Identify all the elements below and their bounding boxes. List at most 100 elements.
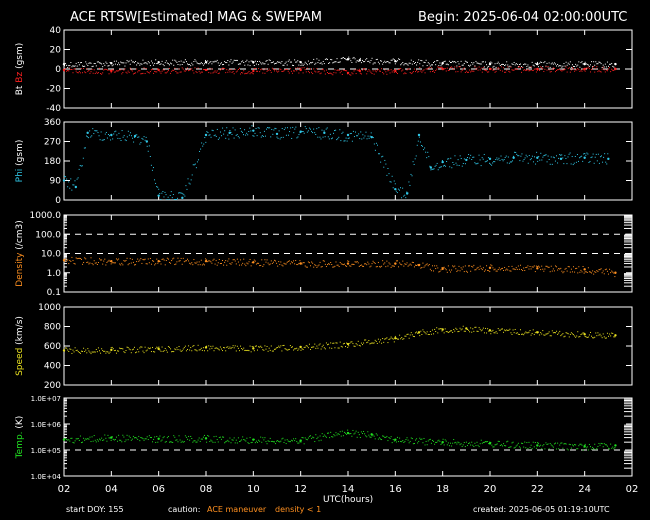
- data-point: [336, 434, 338, 436]
- data-point: [474, 66, 476, 68]
- data-point: [165, 60, 167, 62]
- data-point: [469, 331, 471, 333]
- data-point: [94, 351, 96, 353]
- data-point: [152, 346, 154, 348]
- data-point: [245, 349, 247, 351]
- data-point: [300, 441, 302, 443]
- data-point: [433, 270, 435, 272]
- data-point: [388, 262, 390, 264]
- data-point: [596, 447, 598, 449]
- data-point: [291, 262, 293, 264]
- data-point: [571, 333, 573, 335]
- data-point: [240, 259, 242, 261]
- data-point: [170, 191, 172, 193]
- data-point: [415, 332, 417, 334]
- data-point: [430, 64, 432, 66]
- series-speed: [62, 325, 617, 355]
- data-point: [151, 169, 153, 171]
- data-point: [401, 70, 403, 72]
- data-point: [531, 448, 533, 450]
- data-point: [430, 333, 432, 335]
- data-point: [547, 266, 549, 268]
- data-point: [316, 438, 318, 440]
- data-point: [454, 155, 456, 157]
- data-point: [448, 60, 450, 62]
- data-point: [370, 436, 372, 438]
- data-point: [213, 71, 215, 73]
- data-point: [304, 346, 306, 348]
- data-point: [196, 72, 198, 74]
- data-point: [547, 332, 549, 334]
- data-point: [77, 72, 79, 74]
- data-point: [581, 333, 583, 335]
- data-point: [166, 437, 168, 439]
- data-point: [180, 350, 182, 352]
- data-point: [468, 154, 470, 156]
- data-point: [588, 68, 590, 70]
- data-point: [264, 345, 266, 347]
- data-point: [368, 340, 370, 342]
- data-point: [417, 332, 419, 334]
- data-point: [215, 61, 217, 63]
- data-point: [476, 62, 478, 64]
- data-point: [538, 331, 540, 333]
- data-point: [307, 261, 309, 263]
- data-point: [87, 437, 89, 439]
- data-point: [408, 62, 410, 64]
- data-point: [268, 59, 270, 61]
- data-point: [535, 447, 537, 449]
- data-point: [517, 333, 519, 335]
- data-point: [515, 63, 517, 65]
- data-point: [566, 163, 568, 165]
- data-point: [105, 61, 107, 63]
- data-point: [65, 347, 67, 349]
- data-point: [147, 61, 149, 63]
- data-point: [308, 262, 310, 264]
- data-point: [387, 61, 389, 63]
- data-point: [371, 263, 373, 265]
- data-point: [437, 440, 439, 442]
- data-point: [538, 68, 540, 70]
- data-point: [205, 437, 207, 439]
- data-point: [356, 69, 358, 71]
- data-point: [147, 71, 149, 73]
- data-point: [233, 259, 235, 261]
- data-point: [191, 437, 193, 439]
- data-point: [529, 66, 531, 68]
- data-point: [517, 265, 519, 267]
- data-point: [360, 342, 362, 344]
- data-point: [580, 156, 582, 158]
- data-point: [202, 436, 204, 438]
- data-point: [88, 438, 90, 440]
- data-point: [406, 63, 408, 65]
- data-point: [552, 156, 554, 158]
- data-point: [319, 73, 321, 75]
- data-point: [391, 442, 393, 444]
- data-point: [317, 347, 319, 349]
- data-point: [178, 61, 180, 63]
- data-point: [464, 446, 466, 448]
- data-point: [575, 336, 577, 338]
- data-point: [246, 59, 248, 61]
- data-point: [569, 152, 571, 154]
- data-point: [543, 444, 545, 446]
- data-point: [499, 329, 501, 331]
- data-point: [401, 264, 403, 266]
- data-point: [123, 351, 125, 353]
- data-point: [538, 265, 540, 267]
- data-point: [224, 68, 226, 70]
- data-point: [223, 67, 225, 69]
- data-point: [238, 67, 240, 69]
- data-point: [603, 156, 605, 158]
- data-point: [321, 69, 323, 71]
- data-point: [85, 438, 87, 440]
- data-point: [319, 62, 321, 64]
- data-point: [154, 179, 156, 181]
- data-point: [608, 335, 610, 337]
- data-point: [206, 345, 208, 347]
- data-point: [78, 64, 80, 66]
- data-point: [440, 166, 442, 168]
- data-point: [167, 70, 169, 72]
- data-point: [194, 59, 196, 61]
- data-point: [71, 352, 73, 354]
